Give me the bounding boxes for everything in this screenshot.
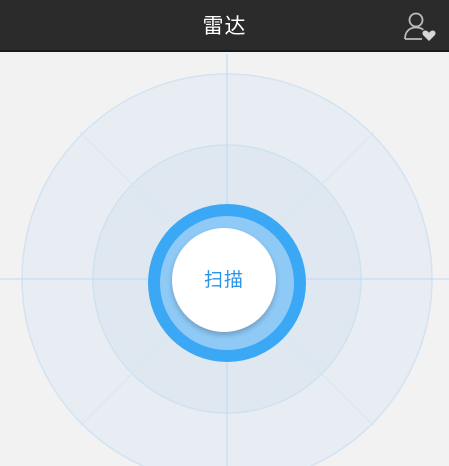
user-profile-button[interactable]: [403, 10, 437, 42]
user-heart-icon: [404, 12, 436, 41]
page-title: 雷达: [202, 14, 247, 38]
radar-area: 扫描: [0, 54, 449, 466]
top-bar: 雷达: [0, 0, 449, 52]
radar-screen: 雷达 扫描: [0, 0, 449, 466]
scan-button[interactable]: 扫描: [172, 228, 276, 332]
